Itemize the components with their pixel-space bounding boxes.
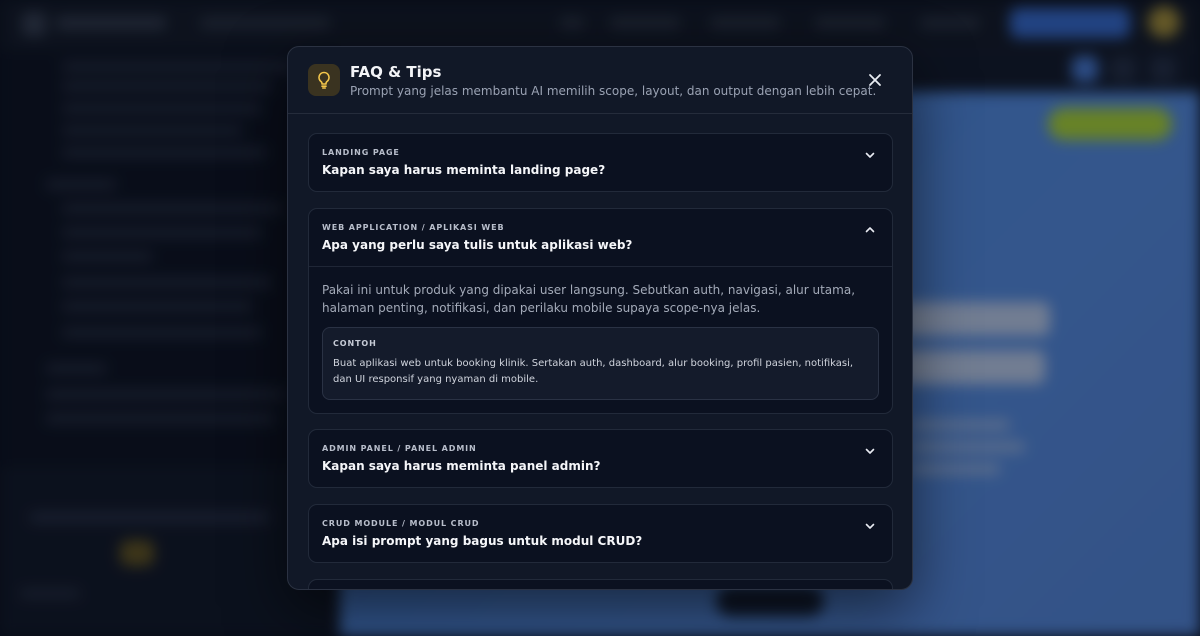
faq-category: ADMIN PANEL / PANEL ADMIN [322,444,477,453]
example-text: Buat aplikasi web untuk booking klinik. … [333,358,854,385]
faq-question: Kapan saya harus meminta panel admin? [322,459,601,473]
faq-question: Apa yang perlu saya tulis untuk aplikasi… [322,238,633,252]
faq-item-landing-page: LANDING PAGE Kapan saya harus meminta la… [308,133,893,192]
example-label: CONTOH [333,339,377,348]
chevron-up-icon [865,227,875,233]
faq-category: LANDING PAGE [322,148,400,157]
chevron-down-icon [865,523,875,529]
chevron-down-icon [865,448,875,454]
faq-category: WEB APPLICATION / APLIKASI WEB [322,223,505,232]
lightbulb-icon [308,64,340,96]
faq-item-next-partial[interactable] [308,579,893,589]
faq-toggle-landing-page[interactable]: LANDING PAGE Kapan saya harus meminta la… [309,134,892,191]
close-button[interactable] [862,67,888,93]
faq-toggle-crud-module[interactable]: CRUD MODULE / MODUL CRUD Apa isi prompt … [309,505,892,562]
faq-answer: Pakai ini untuk produk yang dipakai user… [322,283,856,315]
faq-item-admin-panel: ADMIN PANEL / PANEL ADMIN Kapan saya har… [308,429,893,488]
faq-item-web-application: WEB APPLICATION / APLIKASI WEB Apa yang … [308,208,893,414]
faq-list[interactable]: LANDING PAGE Kapan saya harus meminta la… [288,115,912,589]
chevron-down-icon [865,152,875,158]
faq-question: Apa isi prompt yang bagus untuk modul CR… [322,534,643,548]
close-icon [869,74,881,86]
faq-category: CRUD MODULE / MODUL CRUD [322,519,480,528]
modal-title: FAQ & Tips [350,63,442,81]
faq-question: Kapan saya harus meminta landing page? [322,163,606,177]
faq-toggle-web-application[interactable]: WEB APPLICATION / APLIKASI WEB Apa yang … [309,209,892,266]
modal-subtitle: Prompt yang jelas membantu AI memilih sc… [350,84,877,98]
faq-toggle-admin-panel[interactable]: ADMIN PANEL / PANEL ADMIN Kapan saya har… [309,430,892,487]
faq-item-crud-module: CRUD MODULE / MODUL CRUD Apa isi prompt … [308,504,893,563]
example-box: CONTOH Buat aplikasi web untuk booking k… [322,327,879,400]
modal-header: FAQ & Tips Prompt yang jelas membantu AI… [288,47,912,114]
faq-modal: FAQ & Tips Prompt yang jelas membantu AI… [287,46,913,590]
